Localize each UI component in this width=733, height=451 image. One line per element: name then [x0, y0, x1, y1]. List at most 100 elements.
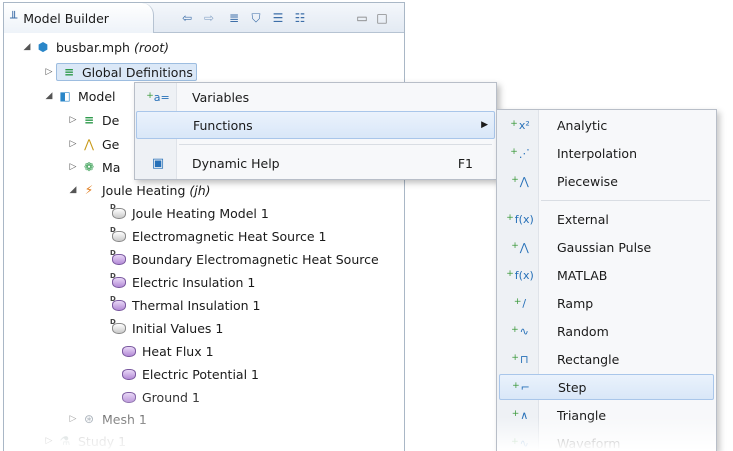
submenu-item-gaussian-pulse[interactable]: +⋀ Gaussian Pulse — [499, 234, 714, 260]
triangle-icon: +∧ — [511, 408, 529, 422]
context-menu: +a= Variables Functions ▶ ▣ Dynamic Help… — [134, 82, 497, 180]
model-label: Model — [78, 88, 116, 104]
default-node-icon: D — [110, 318, 126, 334]
waveform-icon: +∿ — [511, 436, 529, 450]
joule-heating-label: Joule Heating — [102, 182, 186, 198]
default-node-icon: D — [110, 203, 126, 219]
collapsed-arrow-icon[interactable]: ▷ — [42, 67, 56, 77]
menu-item-label: Functions — [193, 117, 253, 133]
boundary-node-icon: D — [110, 272, 126, 288]
tree-node-em-heat-source[interactable]: D Electromagnetic Heat Source 1 — [110, 225, 327, 247]
collapsed-arrow-icon[interactable]: ▷ — [42, 436, 56, 446]
filter-icon[interactable]: ⛉ — [248, 10, 264, 26]
model-icon: ◧ — [59, 89, 71, 103]
submenu-item-triangle[interactable]: +∧ Triangle — [499, 402, 714, 428]
node-label: Initial Values 1 — [132, 320, 224, 336]
tree-node-ground[interactable]: Ground 1 — [122, 386, 200, 408]
external-icon: +f(x) — [506, 212, 534, 226]
menu-item-variables[interactable]: +a= Variables — [136, 83, 495, 111]
tree-node-root[interactable]: ◢ ⬢ busbar.mph (root) — [20, 36, 170, 58]
matlab-icon: +f(x) — [506, 268, 534, 282]
root-suffix: (root) — [133, 39, 170, 55]
submenu-item-ramp[interactable]: +/ Ramp — [499, 290, 714, 316]
submenu-item-rectangle[interactable]: +⊓ Rectangle — [499, 346, 714, 372]
model-builder-tab[interactable]: ╨ Model Builder — [4, 3, 154, 33]
node-label: Electric Potential 1 — [142, 366, 259, 382]
back-arrow-icon[interactable]: ⇦ — [179, 10, 195, 26]
node-label: Electromagnetic Heat Source 1 — [132, 228, 327, 244]
selected-node[interactable]: ≡ Global Definitions — [56, 63, 197, 81]
tree-node-heat-flux[interactable]: Heat Flux 1 — [122, 340, 214, 362]
tree-node-geometry[interactable]: ▷ ⋀ Ge — [66, 133, 120, 155]
menu-item-label: Variables — [192, 89, 250, 105]
tree-node-boundary-em-heat-source[interactable]: D Boundary Electromagnetic Heat Source — [110, 248, 379, 270]
menu-item-dynamic-help[interactable]: ▣ Dynamic Help F1 — [136, 149, 495, 177]
joule-heating-icon: ⚡ — [84, 183, 94, 197]
global-definitions-icon: ≡ — [63, 65, 75, 79]
global-definitions-label: Global Definitions — [82, 64, 193, 80]
collapsed-arrow-icon[interactable]: ▷ — [66, 139, 80, 149]
tree-node-definitions[interactable]: ▷ ≡ De — [66, 109, 120, 131]
tree-node-study[interactable]: ▷ ⚗ Study 1 — [42, 430, 127, 451]
geometry-label: Ge — [102, 136, 120, 152]
interpolation-icon: +⋰ — [510, 146, 530, 160]
variables-icon: +a= — [146, 90, 170, 104]
show-icon[interactable]: ≣ — [226, 10, 242, 26]
expanded-arrow-icon[interactable]: ◢ — [20, 42, 34, 52]
maximize-icon[interactable]: □ — [374, 10, 390, 26]
gaussian-pulse-icon: +⋀ — [511, 240, 529, 254]
collapsed-arrow-icon[interactable]: ▷ — [66, 414, 80, 424]
expand-icon[interactable]: ☰ — [270, 10, 286, 26]
submenu-item-matlab[interactable]: +f(x) MATLAB — [499, 262, 714, 288]
rectangle-icon: +⊓ — [511, 352, 529, 366]
collapsed-arrow-icon[interactable]: ▷ — [66, 162, 80, 172]
node-label: Electric Insulation 1 — [132, 274, 256, 290]
tree-node-electric-insulation[interactable]: D Electric Insulation 1 — [110, 271, 256, 293]
collapsed-arrow-icon[interactable]: ▷ — [66, 115, 80, 125]
tree-node-thermal-insulation[interactable]: D Thermal Insulation 1 — [110, 294, 261, 316]
tree-node-materials[interactable]: ▷ ❁ Ma — [66, 156, 121, 178]
menu-item-functions[interactable]: Functions ▶ — [136, 111, 495, 139]
collapse-icon[interactable]: ☷ — [292, 10, 308, 26]
boundary-node-icon: D — [110, 295, 126, 311]
submenu-separator — [541, 200, 710, 201]
submenu-item-step[interactable]: +⌐ Step — [499, 374, 714, 400]
random-icon: +∿ — [511, 324, 529, 338]
materials-icon: ❁ — [83, 160, 95, 174]
submenu-item-waveform[interactable]: +∿ Waveform — [499, 430, 714, 451]
study-label: Study 1 — [78, 433, 127, 449]
geometry-icon: ⋀ — [84, 137, 94, 151]
menu-separator — [179, 144, 492, 145]
default-node-icon: D — [110, 226, 126, 242]
ramp-icon: +/ — [513, 296, 527, 310]
node-label: Ground 1 — [142, 389, 200, 405]
tree-node-global-definitions[interactable]: ▷ ≡ Global Definitions — [42, 61, 197, 83]
piecewise-icon: +⋀ — [511, 174, 529, 188]
node-label: Boundary Electromagnetic Heat Source — [132, 251, 379, 267]
expanded-arrow-icon[interactable]: ◢ — [66, 185, 80, 195]
tree-node-initial-values[interactable]: D Initial Values 1 — [110, 317, 224, 339]
submenu-item-analytic[interactable]: +x² Analytic — [499, 112, 714, 138]
tree-node-mesh[interactable]: ▷ ⊛ Mesh 1 — [66, 408, 147, 430]
mesh-label: Mesh 1 — [102, 411, 147, 427]
model-builder-panel: ╨ Model Builder ⇦ ⇨ ≣ ⛉ ☰ ☷ ▭ □ ◢ ⬢ busb… — [3, 2, 405, 451]
boundary-node-icon — [122, 391, 136, 403]
boundary-node-icon — [122, 368, 136, 380]
tree-node-joule-heating[interactable]: ◢ ⚡ Joule Heating (jh) — [66, 179, 211, 201]
step-icon: +⌐ — [512, 380, 530, 394]
tree-node-model[interactable]: ◢ ◧ Model — [42, 85, 116, 107]
submenu-item-external[interactable]: +f(x) External — [499, 206, 714, 232]
submenu-item-piecewise[interactable]: +⋀ Piecewise — [499, 168, 714, 194]
submenu-item-random[interactable]: +∿ Random — [499, 318, 714, 344]
submenu-item-interpolation[interactable]: +⋰ Interpolation — [499, 140, 714, 166]
model-builder-icon: ╨ — [10, 11, 18, 25]
forward-arrow-icon[interactable]: ⇨ — [201, 10, 217, 26]
help-icon: ▣ — [151, 155, 165, 171]
tree-node-electric-potential[interactable]: Electric Potential 1 — [122, 363, 259, 385]
minimize-icon[interactable]: ▭ — [354, 10, 370, 26]
functions-submenu: +x² Analytic +⋰ Interpolation +⋀ Piecewi… — [496, 109, 717, 451]
boundary-node-icon: D — [110, 249, 126, 265]
study-icon: ⚗ — [59, 434, 71, 448]
tree-node-joule-heating-model[interactable]: D Joule Heating Model 1 — [110, 202, 269, 224]
expanded-arrow-icon[interactable]: ◢ — [42, 91, 56, 101]
